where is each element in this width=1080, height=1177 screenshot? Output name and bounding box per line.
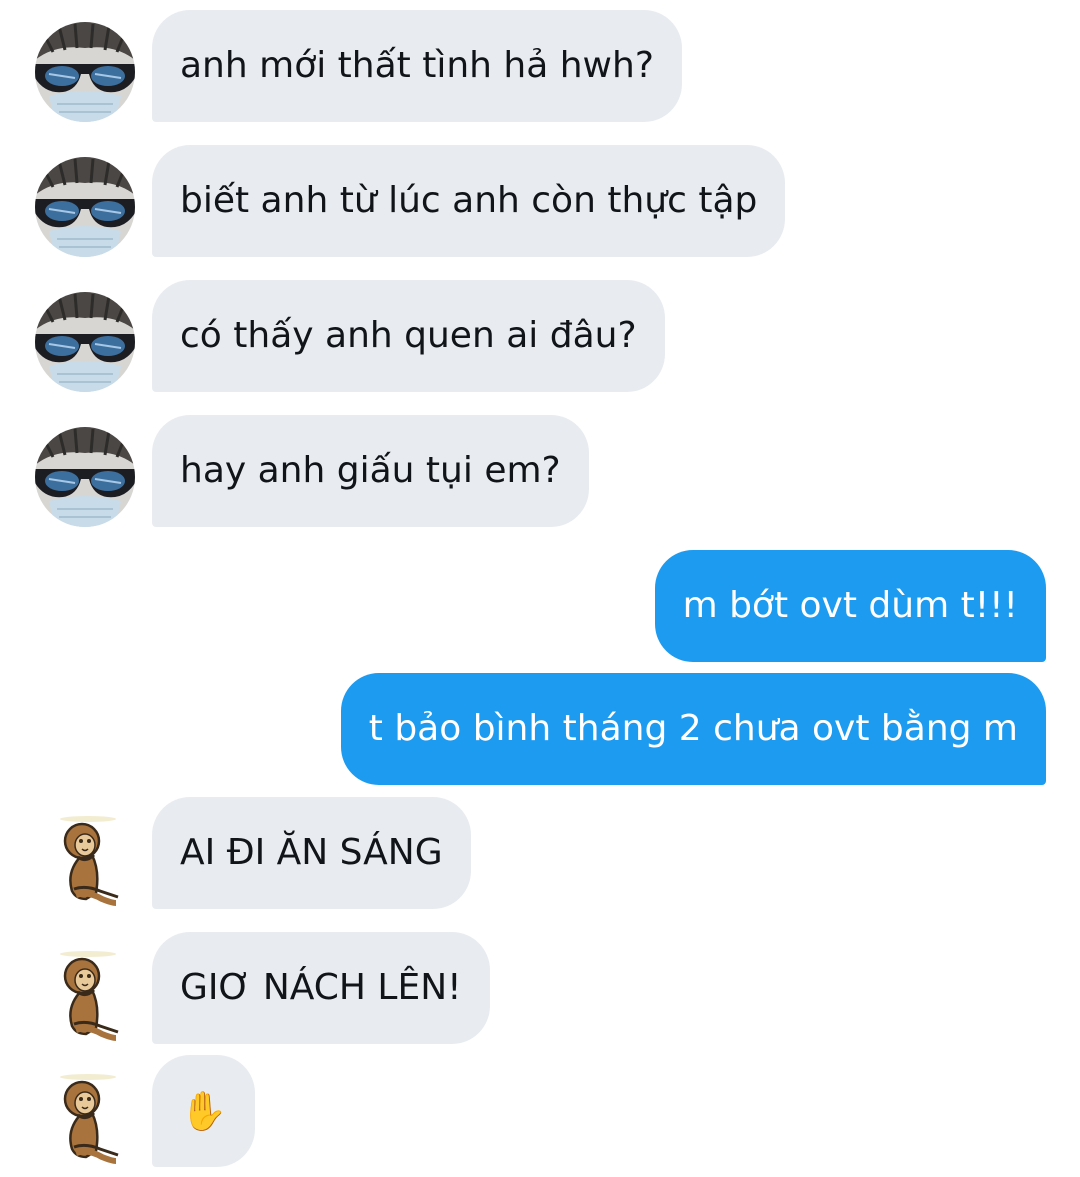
- message-text: AI ĐI ĂN SÁNG: [180, 832, 443, 873]
- sunglasses-avatar-icon[interactable]: [35, 427, 135, 527]
- monkey-sticker-avatar-icon[interactable]: [52, 811, 124, 907]
- message-row: GIƠ NÁCH LÊN!: [0, 932, 1080, 1044]
- outgoing-message-bubble[interactable]: t bảo bình tháng 2 chưa ovt bằng m: [340, 673, 1046, 785]
- incoming-message-bubble[interactable]: anh mới thất tình hả hwh?: [152, 10, 682, 122]
- incoming-message-bubble[interactable]: hay anh giấu tụi em?: [152, 415, 589, 527]
- incoming-message-bubble[interactable]: biết anh từ lúc anh còn thực tập: [152, 145, 786, 257]
- message-row: biết anh từ lúc anh còn thực tập: [0, 145, 1080, 257]
- sunglasses-avatar-icon[interactable]: [35, 157, 135, 257]
- message-text: GIƠ NÁCH LÊN!: [180, 967, 462, 1008]
- message-text: anh mới thất tình hả hwh?: [180, 45, 654, 86]
- incoming-message-bubble[interactable]: ✋: [152, 1055, 256, 1167]
- incoming-message-bubble[interactable]: có thấy anh quen ai đâu?: [152, 280, 665, 392]
- message-row: ✋: [0, 1055, 1080, 1167]
- message-text: m bớt ovt dùm t!!!: [682, 585, 1018, 626]
- incoming-message-bubble[interactable]: AI ĐI ĂN SÁNG: [152, 797, 471, 909]
- message-row: có thấy anh quen ai đâu?: [0, 280, 1080, 392]
- incoming-message-bubble[interactable]: GIƠ NÁCH LÊN!: [152, 932, 490, 1044]
- outgoing-message-bubble[interactable]: m bớt ovt dùm t!!!: [654, 550, 1046, 662]
- raised-hand-emoji-icon: ✋: [180, 1089, 228, 1133]
- message-row: hay anh giấu tụi em?: [0, 415, 1080, 527]
- sunglasses-avatar-icon[interactable]: [35, 22, 135, 122]
- message-row: t bảo bình tháng 2 chưa ovt bằng m: [0, 673, 1080, 785]
- message-text: có thấy anh quen ai đâu?: [180, 315, 637, 356]
- message-row: anh mới thất tình hả hwh?: [0, 10, 1080, 122]
- message-text: t bảo bình tháng 2 chưa ovt bằng m: [368, 708, 1018, 749]
- message-text: hay anh giấu tụi em?: [180, 450, 561, 491]
- monkey-sticker-avatar-icon[interactable]: [52, 1069, 124, 1165]
- message-text: biết anh từ lúc anh còn thực tập: [180, 180, 758, 221]
- monkey-sticker-avatar-icon[interactable]: [52, 946, 124, 1042]
- message-row: m bớt ovt dùm t!!!: [0, 550, 1080, 662]
- message-row: AI ĐI ĂN SÁNG: [0, 797, 1080, 909]
- sunglasses-avatar-icon[interactable]: [35, 292, 135, 392]
